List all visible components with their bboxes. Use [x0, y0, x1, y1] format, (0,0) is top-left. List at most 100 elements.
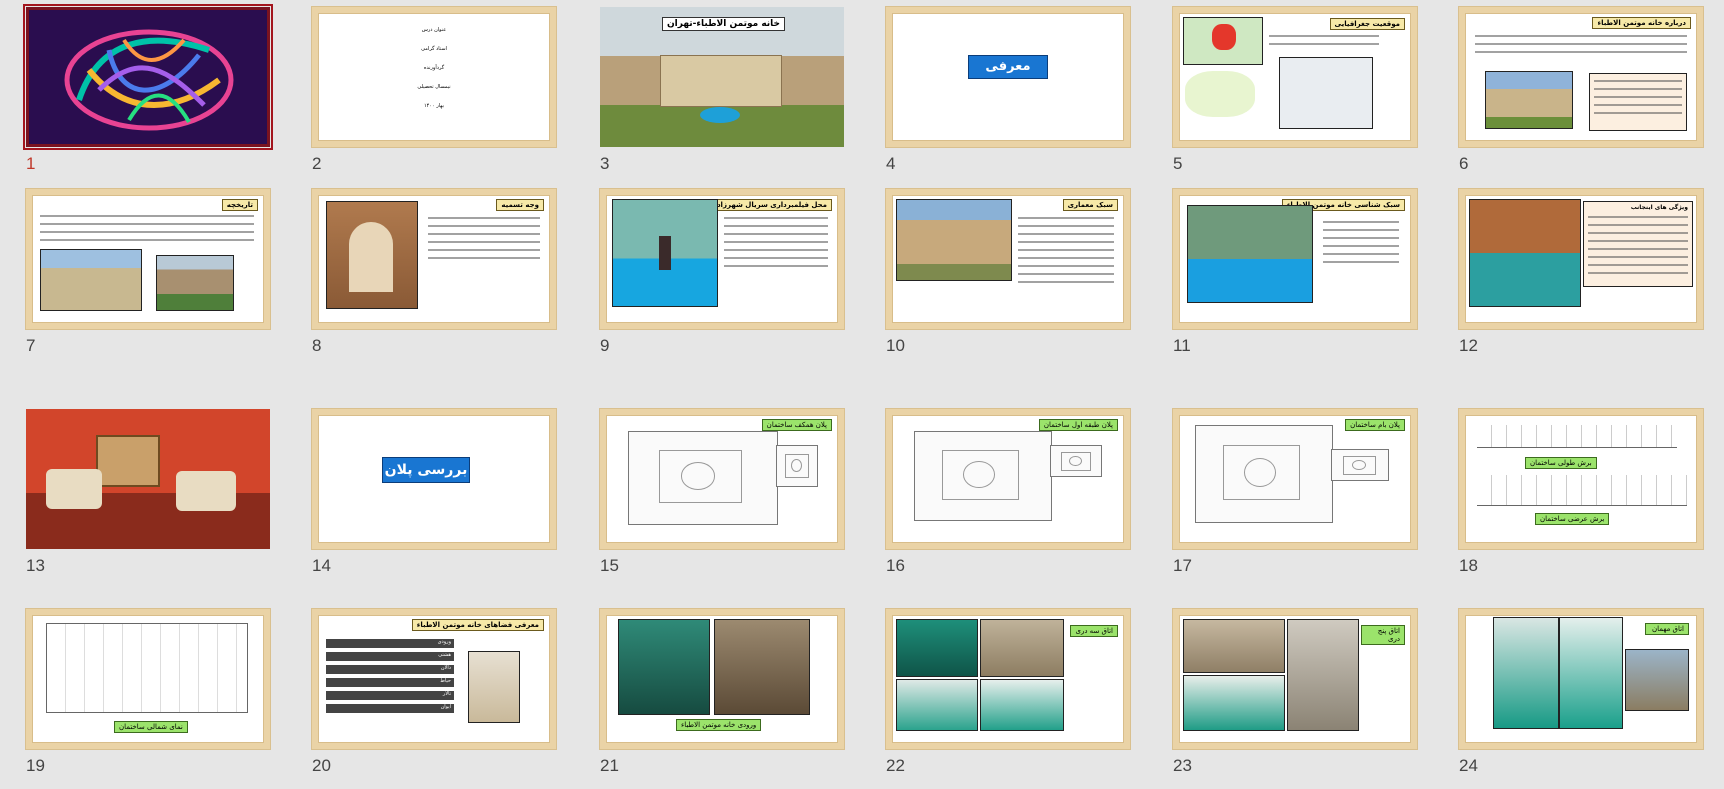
pool-scene-photo: [612, 199, 718, 307]
slide-number: 22: [886, 756, 905, 775]
slide-number: 1: [26, 154, 36, 173]
slide-thumbnail-15[interactable]: پلان همکف ساختمان 15: [600, 409, 844, 589]
slide-7-preview[interactable]: تاریخچه: [26, 189, 270, 329]
slide-number: 12: [1459, 336, 1478, 355]
balcony-photo: [1469, 199, 1581, 307]
slide-6-preview[interactable]: درباره خانه موتمن الاطباء: [1459, 7, 1703, 147]
slide-thumbnail-9[interactable]: محل فیلمبرداری سریال شهرزاد 9: [600, 189, 844, 369]
slide-number: 19: [26, 756, 45, 775]
slide-3-preview[interactable]: خانه موتمن الاطباء-تهران: [600, 7, 844, 147]
slide-thumbnail-7[interactable]: تاریخچه 7: [26, 189, 270, 369]
space-list-item: هشتی: [326, 652, 454, 661]
facade-photo: [896, 199, 1012, 281]
slide-thumbnail-14[interactable]: بررسی پلان 14: [312, 409, 556, 589]
slide-thumbnail-12[interactable]: ویژگی های اینجانب 12: [1459, 189, 1703, 369]
slide-number: 10: [886, 336, 905, 355]
room-photo: [1287, 619, 1359, 731]
room-photo: [980, 679, 1064, 731]
elevation-caption: نمای شمالی ساختمان: [114, 721, 188, 733]
slide-thumbnail-18[interactable]: برش طولی ساختمان برش عرضی ساختمان 18: [1459, 409, 1703, 589]
slide-1-preview[interactable]: [23, 4, 273, 150]
slide-10-preview[interactable]: سبک معماری: [886, 189, 1130, 329]
slide-21-preview[interactable]: ورودی خانه موتمن الاطباء: [600, 609, 844, 749]
slide-17-preview[interactable]: پلان بام ساختمان: [1173, 409, 1417, 549]
slide-number: 8: [312, 336, 322, 355]
slide-text: استاد گرامی: [421, 46, 447, 52]
slide-thumbnail-23[interactable]: اتاق پنج دری 23: [1173, 609, 1417, 789]
slide-number: 23: [1173, 756, 1192, 775]
province-map: [1185, 71, 1255, 117]
slide-thumbnail-13[interactable]: 13: [26, 409, 270, 589]
slide-sorter-grid: 1 عنوان درس استاد گرامی گردآورنده نیمسال…: [0, 0, 1724, 787]
slide-24-preview[interactable]: اتاق مهمان: [1459, 609, 1703, 749]
door-photo: [618, 619, 710, 715]
slide-12-preview[interactable]: ویژگی های اینجانب: [1459, 189, 1703, 329]
section-caption: برش طولی ساختمان: [1525, 457, 1597, 469]
text-box: ویژگی های اینجانب: [1583, 201, 1693, 287]
niche-photo: [468, 651, 520, 723]
floor-plan-drawing: [628, 431, 778, 525]
slide-thumbnail-6[interactable]: درباره خانه موتمن الاطباء 6: [1459, 7, 1703, 187]
slide-11-preview[interactable]: سبک شناسی خانه موتمن الاطباء: [1173, 189, 1417, 329]
slide-number: 2: [312, 154, 322, 173]
slide-19-preview[interactable]: نمای شمالی ساختمان: [26, 609, 270, 749]
street-map: [1279, 57, 1373, 129]
slide-title: پلان طبقه اول ساختمان: [1038, 419, 1118, 431]
slide-9-preview[interactable]: محل فیلمبرداری سریال شهرزاد: [600, 189, 844, 329]
slide-thumbnail-8[interactable]: وجه تسمیه 8: [312, 189, 556, 369]
slide-title: اتاق مهمان: [1645, 623, 1689, 635]
slide-5-preview[interactable]: موقعیت جغرافیایی: [1173, 7, 1417, 147]
slide-22-preview[interactable]: اتاق سه دری: [886, 609, 1130, 749]
slide-thumbnail-19[interactable]: نمای شمالی ساختمان 19: [26, 609, 270, 789]
slide-thumbnail-4[interactable]: معرفی 4: [886, 7, 1130, 187]
space-list-item: تالار: [326, 691, 454, 700]
slide-14-preview[interactable]: بررسی پلان: [312, 409, 556, 549]
slide-thumbnail-5[interactable]: موقعیت جغرافیایی 5: [1173, 7, 1417, 187]
slide-20-preview[interactable]: معرفی فضاهای خانه موتمن الاطباء ورودی هش…: [312, 609, 556, 749]
slide-title: پلان همکف ساختمان: [761, 419, 832, 431]
slide-title: موقعیت جغرافیایی: [1329, 18, 1405, 30]
slide-title: سبک معماری: [1062, 199, 1118, 211]
slide-number: 7: [26, 336, 36, 355]
slide-thumbnail-1[interactable]: 1: [23, 4, 273, 187]
slide-title: محل فیلمبرداری سریال شهرزاد: [711, 199, 832, 211]
slide-number: 20: [312, 756, 331, 775]
slide-4-preview[interactable]: معرفی: [886, 7, 1130, 147]
space-list-item: ورودی: [326, 639, 454, 648]
slide-title: اتاق پنج دری: [1361, 625, 1405, 645]
roof-plan-annex: [1331, 449, 1389, 481]
slide-title: وجه تسمیه: [496, 199, 544, 211]
slide-thumbnail-17[interactable]: پلان بام ساختمان 17: [1173, 409, 1417, 589]
slide-title: بررسی پلان: [382, 457, 470, 483]
slide-title: درباره خانه موتمن الاطباء: [1592, 17, 1691, 29]
armchair: [176, 471, 236, 511]
slide-13-preview[interactable]: [26, 409, 270, 549]
person-figure: [659, 236, 671, 270]
slide-thumbnail-24[interactable]: اتاق مهمان 24: [1459, 609, 1703, 789]
slide-thumbnail-11[interactable]: سبک شناسی خانه موتمن الاطباء 11: [1173, 189, 1417, 369]
elevation-drawing: [46, 623, 248, 713]
slide-number: 24: [1459, 756, 1478, 775]
slide-thumbnail-21[interactable]: ورودی خانه موتمن الاطباء 21: [600, 609, 844, 789]
slide-number: 18: [1459, 556, 1478, 575]
courtyard-photo: [156, 255, 234, 311]
slide-15-preview[interactable]: پلان همکف ساختمان: [600, 409, 844, 549]
slide-18-preview[interactable]: برش طولی ساختمان برش عرضی ساختمان: [1459, 409, 1703, 549]
slide-2-preview[interactable]: عنوان درس استاد گرامی گردآورنده نیمسال ت…: [312, 7, 556, 147]
slide-thumbnail-22[interactable]: اتاق سه دری 22: [886, 609, 1130, 789]
slide-number: 13: [26, 556, 45, 575]
room-photo: [1493, 617, 1559, 729]
slide-number: 15: [600, 556, 619, 575]
slide-number: 11: [1173, 336, 1191, 355]
house-photo: [1485, 71, 1573, 129]
slide-thumbnail-2[interactable]: عنوان درس استاد گرامی گردآورنده نیمسال ت…: [312, 7, 556, 187]
slide-thumbnail-10[interactable]: سبک معماری 10: [886, 189, 1130, 369]
slide-title: معرفی: [968, 55, 1048, 79]
slide-8-preview[interactable]: وجه تسمیه: [312, 189, 556, 329]
slide-thumbnail-20[interactable]: معرفی فضاهای خانه موتمن الاطباء ورودی هش…: [312, 609, 556, 789]
slide-thumbnail-16[interactable]: پلان طبقه اول ساختمان 16: [886, 409, 1130, 589]
slide-16-preview[interactable]: پلان طبقه اول ساختمان: [886, 409, 1130, 549]
room-photo: [896, 619, 978, 677]
slide-23-preview[interactable]: اتاق پنج دری: [1173, 609, 1417, 749]
slide-thumbnail-3[interactable]: خانه موتمن الاطباء-تهران 3: [600, 7, 844, 187]
